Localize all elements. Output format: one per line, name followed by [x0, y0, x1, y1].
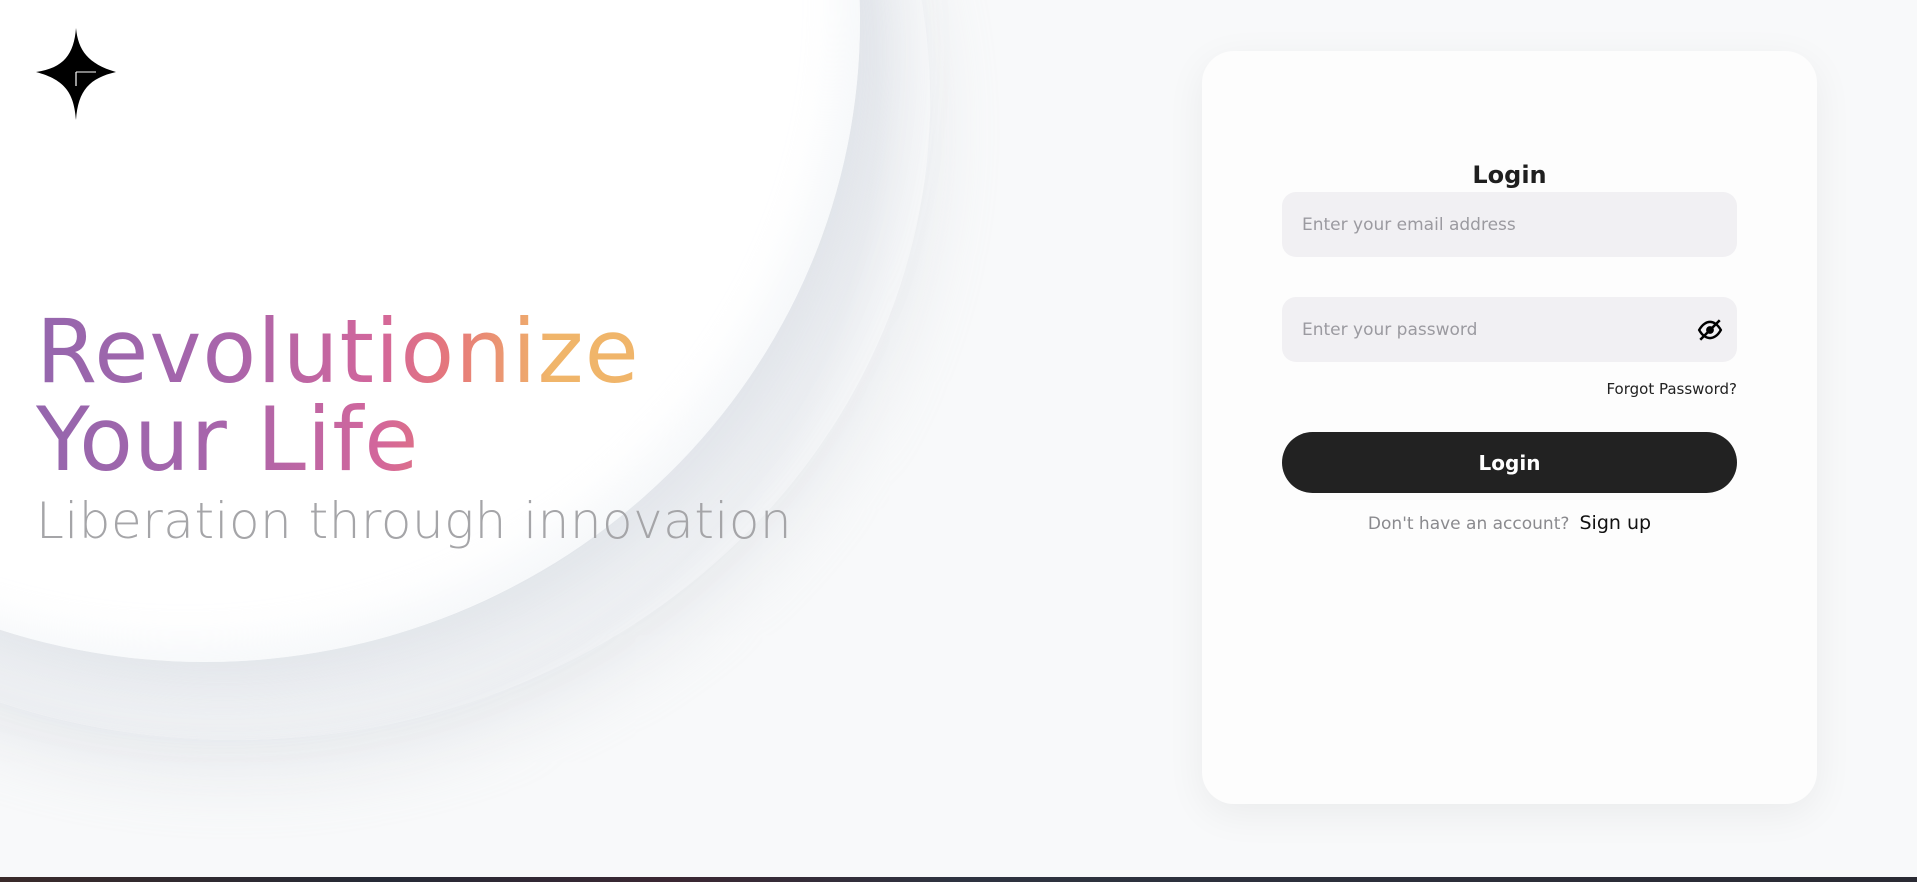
forgot-password-link[interactable]: Forgot Password? [1606, 380, 1737, 398]
login-title: Login [1472, 161, 1547, 189]
eye-off-icon[interactable] [1697, 317, 1723, 343]
password-field-container [1282, 297, 1737, 362]
signup-link[interactable]: Sign up [1579, 512, 1651, 534]
email-input[interactable] [1282, 192, 1737, 257]
hero-section: Revolutionize Your Life Liberation throu… [36, 308, 792, 550]
four-point-star-icon [36, 28, 116, 120]
email-field-container [1282, 192, 1737, 257]
login-button[interactable]: Login [1282, 432, 1737, 493]
brand-logo[interactable] [36, 28, 116, 120]
login-page: Revolutionize Your Life Liberation throu… [0, 0, 1917, 882]
hero-title: Revolutionize Your Life [36, 308, 792, 484]
password-input[interactable] [1282, 297, 1737, 362]
signup-prompt: Don't have an account? [1367, 514, 1570, 534]
hero-title-line-2: Your Life [36, 388, 420, 491]
signup-row: Don't have an account? Sign up [1202, 512, 1817, 534]
taskbar-edge [0, 877, 1917, 882]
hero-subtitle: Liberation through innovation [36, 492, 793, 550]
hero-title-line-1: Revolutionize [36, 300, 640, 403]
login-card: Login Forgot Password? Login Don't have … [1202, 51, 1817, 804]
